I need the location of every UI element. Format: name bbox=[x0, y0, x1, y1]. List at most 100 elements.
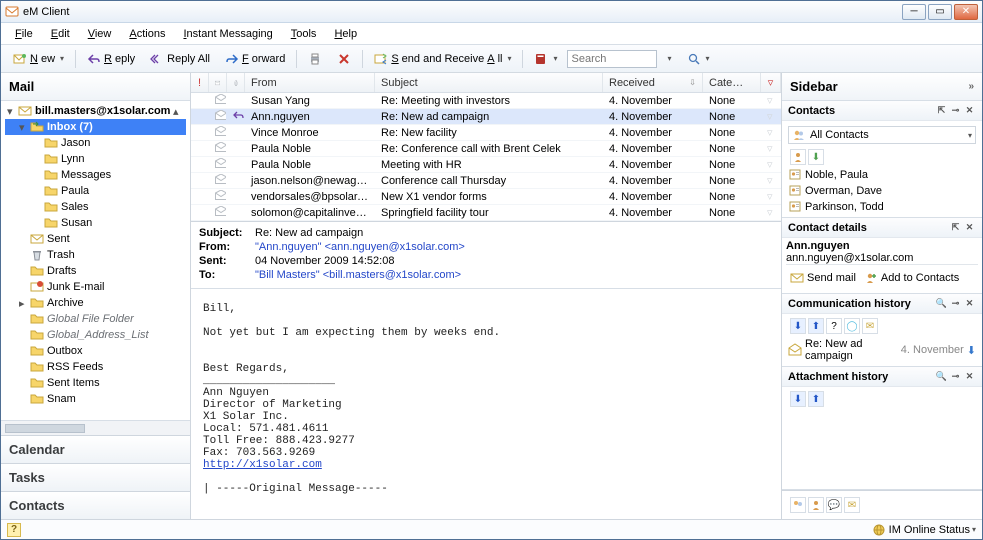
message-row[interactable]: Vince MonroeRe: New facility4. NovemberN… bbox=[191, 125, 781, 141]
attach-sort-up-icon[interactable]: ⬆ bbox=[808, 391, 824, 407]
delete-button[interactable] bbox=[331, 49, 357, 69]
message-row[interactable]: Paula NobleRe: Conference call with Bren… bbox=[191, 141, 781, 157]
nav-section-calendar[interactable]: Calendar bbox=[1, 435, 190, 463]
search-go-button[interactable]: ▾ bbox=[681, 49, 716, 69]
history-sort-up-icon[interactable]: ⬆ bbox=[808, 318, 824, 334]
message-row[interactable]: Susan YangRe: Meeting with investors4. N… bbox=[191, 93, 781, 109]
footer-mail-icon[interactable]: ✉ bbox=[844, 497, 860, 513]
menu-help[interactable]: Help bbox=[326, 26, 365, 42]
panel-search-icon[interactable]: 🔍 bbox=[935, 297, 948, 310]
panel-close-icon[interactable]: ✕ bbox=[963, 221, 976, 234]
panel-close-icon[interactable]: ✕ bbox=[963, 297, 976, 310]
menu-view[interactable]: View bbox=[80, 26, 120, 42]
maximize-button[interactable]: ▭ bbox=[928, 4, 952, 20]
folder-messages[interactable]: Messages bbox=[5, 167, 186, 183]
footer-chat-icon[interactable]: 💬 bbox=[826, 497, 842, 513]
preview-body[interactable]: Bill, Not yet but I am expecting them by… bbox=[191, 289, 781, 519]
panel-search-icon[interactable]: 🔍 bbox=[935, 370, 948, 383]
header-attach-icon[interactable] bbox=[227, 73, 245, 92]
search-dropdown-button[interactable]: ▾ bbox=[660, 51, 678, 66]
footer-user-icon[interactable] bbox=[808, 497, 824, 513]
folder-jason[interactable]: Jason bbox=[5, 135, 186, 151]
history-item[interactable]: Re: New ad campaign 4. November ⬇ bbox=[786, 336, 978, 364]
folder-global-file-folder[interactable]: Global File Folder bbox=[5, 311, 186, 327]
history-sort-down-icon[interactable]: ⬇ bbox=[790, 318, 806, 334]
panel-pin-icon[interactable]: ⊸ bbox=[949, 370, 962, 383]
contact-list[interactable]: Noble, PaulaOverman, DaveParkinson, Todd bbox=[786, 167, 978, 215]
panel-pin-icon[interactable]: ⊸ bbox=[949, 104, 962, 117]
contact-sort-icon[interactable]: ⬇ bbox=[808, 149, 824, 165]
folder-archive[interactable]: ▸Archive bbox=[5, 295, 186, 311]
folder-lynn[interactable]: Lynn bbox=[5, 151, 186, 167]
preview-from[interactable]: "Ann.nguyen" <ann.nguyen@x1solar.com> bbox=[255, 241, 465, 253]
panel-close-icon[interactable]: ✕ bbox=[963, 370, 976, 383]
new-button[interactable]: NNewew▾ bbox=[7, 49, 70, 69]
folder-global-address-list[interactable]: Global_Address_List bbox=[5, 327, 186, 343]
header-envelope-icon[interactable] bbox=[209, 73, 227, 92]
header-subject[interactable]: Subject bbox=[375, 73, 603, 92]
address-book-button[interactable]: ▾ bbox=[528, 49, 563, 69]
folder-susan[interactable]: Susan bbox=[5, 215, 186, 231]
reply-all-button[interactable]: Reply All bbox=[144, 49, 216, 69]
panel-popout-icon[interactable]: ⇱ bbox=[949, 221, 962, 234]
contact-row[interactable]: Noble, Paula bbox=[786, 167, 978, 183]
help-button[interactable]: ? bbox=[7, 523, 21, 537]
folder-junk-e-mail[interactable]: Junk E-mail bbox=[5, 279, 186, 295]
header-received[interactable]: Received⇩ bbox=[603, 73, 703, 92]
header-flag-icon[interactable]: ! bbox=[191, 73, 209, 92]
im-status-label[interactable]: IM Online Status bbox=[889, 524, 970, 536]
folder-sent[interactable]: Sent bbox=[5, 231, 186, 247]
contact-row[interactable]: Parkinson, Todd bbox=[786, 199, 978, 215]
panel-popout-icon[interactable]: ⇱ bbox=[935, 104, 948, 117]
message-row[interactable]: Ann.nguyenRe: New ad campaign4. November… bbox=[191, 109, 781, 125]
folder-snam[interactable]: Snam bbox=[5, 391, 186, 407]
history-mail-icon[interactable]: ✉ bbox=[862, 318, 878, 334]
history-chat-icon[interactable]: ◯ bbox=[844, 318, 860, 334]
panel-pin-icon[interactable]: ⊸ bbox=[949, 297, 962, 310]
nav-section-tasks[interactable]: Tasks bbox=[1, 463, 190, 491]
preview-to[interactable]: "Bill Masters" <bill.masters@x1solar.com… bbox=[255, 269, 461, 281]
folder-inbox[interactable]: ▾ Inbox (7) bbox=[5, 119, 186, 135]
message-row[interactable]: jason.nelson@newage.comConference call T… bbox=[191, 173, 781, 189]
menu-edit[interactable]: Edit bbox=[43, 26, 78, 42]
folder-sent-items[interactable]: Sent Items bbox=[5, 375, 186, 391]
folder-trash[interactable]: Trash bbox=[5, 247, 186, 263]
menu-actions[interactable]: Actions bbox=[121, 26, 173, 42]
history-filter-icon[interactable]: ? bbox=[826, 318, 842, 334]
footer-contacts-icon[interactable] bbox=[790, 497, 806, 513]
nav-section-contacts[interactable]: Contacts bbox=[1, 491, 190, 519]
forward-button[interactable]: Forward bbox=[219, 49, 291, 69]
menu-tools[interactable]: Tools bbox=[283, 26, 325, 42]
search-input[interactable] bbox=[567, 50, 657, 68]
folder-scrollbar[interactable] bbox=[1, 420, 190, 435]
message-row[interactable]: vendorsales@bpsolar.comNew X1 vendor for… bbox=[191, 189, 781, 205]
account-node[interactable]: ▾ bill.masters@x1solar.com ▴ bbox=[5, 103, 186, 119]
preview-body-link[interactable]: http://x1solar.com bbox=[203, 459, 322, 471]
contact-row[interactable]: Overman, Dave bbox=[786, 183, 978, 199]
folder-sales[interactable]: Sales bbox=[5, 199, 186, 215]
folder-outbox[interactable]: Outbox bbox=[5, 343, 186, 359]
folder-rss-feeds[interactable]: RSS Feeds bbox=[5, 359, 186, 375]
menu-file[interactable]: File bbox=[7, 26, 41, 42]
header-category[interactable]: Cate… bbox=[703, 73, 761, 92]
close-button[interactable]: ✕ bbox=[954, 4, 978, 20]
panel-close-icon[interactable]: ✕ bbox=[963, 104, 976, 117]
contact-view-icon[interactable] bbox=[790, 149, 806, 165]
attach-sort-down-icon[interactable]: ⬇ bbox=[790, 391, 806, 407]
grid-header[interactable]: ! From Subject Received⇩ Cate… ▿ bbox=[191, 73, 781, 93]
message-row[interactable]: Paula NobleMeeting with HR4. NovemberNon… bbox=[191, 157, 781, 173]
print-button[interactable] bbox=[302, 49, 328, 69]
folder-tree[interactable]: ▾ bill.masters@x1solar.com ▴ ▾ Inbox (7)… bbox=[1, 101, 190, 420]
minimize-button[interactable]: ─ bbox=[902, 4, 926, 20]
message-row[interactable]: solomon@capitalinvestment.Springfield fa… bbox=[191, 205, 781, 221]
folder-paula[interactable]: Paula bbox=[5, 183, 186, 199]
menu-instant-messaging[interactable]: Instant Messaging bbox=[175, 26, 280, 42]
send-receive-button[interactable]: Send and Receive All▾ bbox=[368, 49, 517, 69]
contacts-filter-dropdown[interactable]: All Contacts▾ bbox=[788, 126, 976, 144]
im-status-dropdown[interactable]: ▾ bbox=[972, 525, 976, 534]
header-flag[interactable]: ▿ bbox=[761, 73, 781, 92]
folder-drafts[interactable]: Drafts bbox=[5, 263, 186, 279]
reply-button[interactable]: Reply bbox=[81, 49, 141, 69]
sidebar-collapse-icon[interactable]: » bbox=[968, 81, 974, 92]
header-from[interactable]: From bbox=[245, 73, 375, 92]
